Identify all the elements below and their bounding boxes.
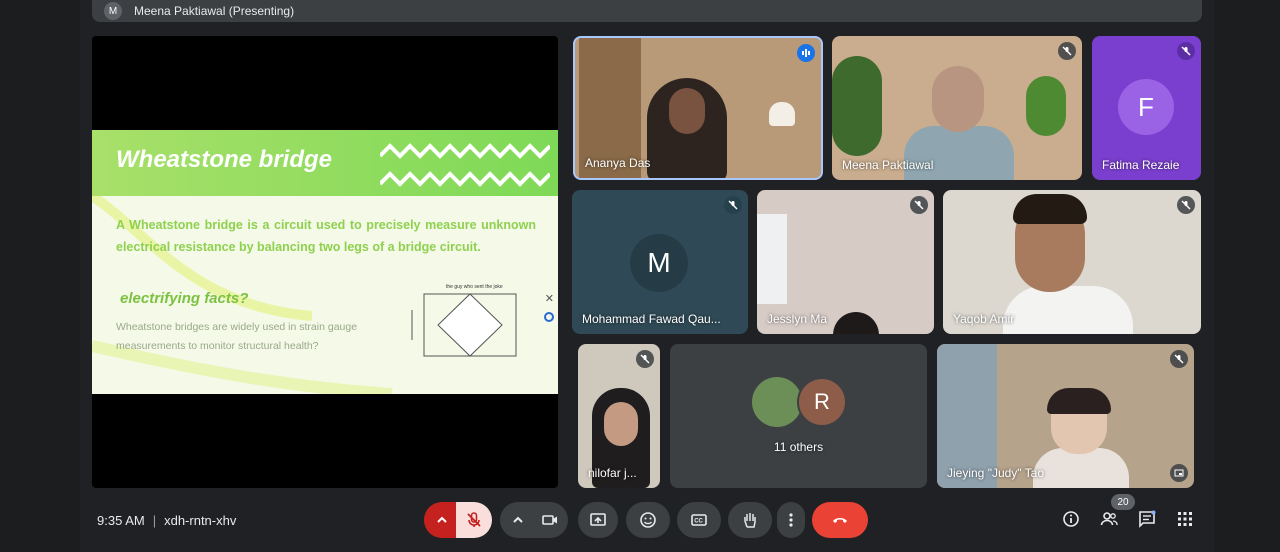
zigzag-decoration (380, 143, 550, 187)
participant-tile[interactable]: F Fatima Rezaie (1092, 36, 1201, 180)
face (669, 88, 705, 134)
participant-tile[interactable]: Ananya Das (573, 36, 823, 180)
slide-body: A Wheatstone bridge is a circuit used to… (116, 218, 536, 254)
mic-off-icon (636, 350, 654, 368)
meeting-code: xdh-rntn-xhv (164, 513, 237, 528)
wheatstone-diagram: the guy who sent the joke (411, 284, 517, 357)
pip-icon[interactable] (1170, 464, 1188, 482)
separator: | (152, 513, 157, 528)
mic-toggle-button[interactable] (456, 502, 492, 538)
people-button[interactable] (1098, 508, 1120, 530)
participant-tile[interactable]: Meena Paktiawal (832, 36, 1082, 180)
chevron-up-icon (513, 516, 523, 523)
speaking-indicator-icon (797, 44, 815, 62)
others-count: 11 others (773, 440, 824, 454)
participant-head (833, 312, 879, 334)
control-bar: 9:35 AM | xdh-rntn-xhv CC (80, 496, 1214, 544)
info-icon (1063, 511, 1079, 527)
presenter-avatar: M (104, 2, 122, 20)
participant-tile[interactable]: Jesslyn Ma (757, 190, 934, 334)
hand-icon (744, 513, 756, 528)
chat-button[interactable] (1136, 508, 1158, 530)
hang-up-icon (833, 518, 847, 523)
captions-icon: CC (691, 514, 707, 526)
mic-off-icon (467, 512, 481, 527)
mic-off-icon (724, 196, 742, 214)
participant-tile[interactable]: Jieying "Judy" Tao (937, 344, 1194, 488)
slide: Wheatstone bridge A Wheatstone bridge is… (92, 130, 558, 394)
participant-name: Mohammad Fawad Qau... (582, 312, 721, 326)
camera-icon (542, 515, 557, 525)
participant-tile[interactable]: nilofar j... (578, 344, 660, 488)
more-vert-icon (789, 513, 793, 527)
close-icon[interactable]: ✕ (545, 292, 554, 305)
window-light (757, 214, 787, 304)
present-button[interactable] (578, 502, 618, 538)
video-options-button[interactable] (500, 502, 536, 538)
meet-window: M Meena Paktiawal (Presenting) Wheatston… (80, 0, 1214, 552)
reactions-button[interactable] (626, 502, 670, 538)
hair (1047, 388, 1111, 414)
circle-icon[interactable] (544, 312, 554, 322)
activities-button[interactable] (1174, 508, 1196, 530)
present-screen-icon (590, 513, 606, 526)
people-count-badge: 20 (1111, 494, 1135, 510)
participant-name: Jesslyn Ma (767, 312, 828, 326)
presentation-stage[interactable]: Wheatstone bridge A Wheatstone bridge is… (92, 36, 558, 488)
captions-button[interactable]: CC (677, 502, 721, 538)
slide-title: Wheatstone bridge (116, 146, 333, 173)
participant-tile[interactable]: M Mohammad Fawad Qau... (572, 190, 748, 334)
meeting-info: 9:35 AM | xdh-rntn-xhv (97, 513, 236, 528)
participant-name: Meena Paktiawal (842, 158, 934, 172)
others-tile[interactable]: R 11 others (670, 344, 927, 488)
meeting-time: 9:35 AM (97, 513, 145, 528)
participant-name: Jieying "Judy" Tao (947, 466, 1045, 480)
diagram-caption: the guy who sent the joke (446, 284, 503, 290)
leave-call-button[interactable] (812, 502, 868, 538)
face (604, 402, 638, 446)
plant-left (832, 56, 882, 156)
window-frame-left (0, 0, 80, 552)
avatar: R (797, 377, 847, 427)
slide-small-text: Wheatstone bridges are widely used in st… (116, 321, 358, 352)
participant-video (1033, 448, 1129, 488)
mic-off-icon (1177, 42, 1195, 60)
avatar: F (1118, 79, 1174, 135)
presenter-bar: M Meena Paktiawal (Presenting) (92, 0, 1202, 22)
lamp (769, 102, 795, 126)
mic-off-icon (910, 196, 928, 214)
audio-options-button[interactable] (424, 502, 460, 538)
participant-video (1003, 286, 1133, 334)
avatar: M (630, 234, 688, 292)
presenter-label: Meena Paktiawal (Presenting) (134, 4, 295, 18)
svg-text:CC: CC (694, 519, 703, 525)
emoji-icon (640, 512, 656, 528)
participant-name: nilofar j... (588, 466, 637, 480)
participant-tile[interactable]: Yaqob Amir (943, 190, 1201, 334)
avatar-photo (752, 377, 802, 427)
slide-subtitle: electrifying facts? (120, 290, 249, 307)
participant-name: Fatima Rezaie (1102, 158, 1180, 172)
hair (1013, 194, 1087, 224)
people-icon (1100, 512, 1118, 526)
more-options-button[interactable] (777, 502, 805, 538)
participant-name: Yaqob Amir (953, 312, 1015, 326)
raise-hand-button[interactable] (728, 502, 772, 538)
mic-off-icon (1170, 350, 1188, 368)
participant-name: Ananya Das (585, 156, 651, 170)
face (932, 66, 984, 132)
meeting-details-button[interactable] (1060, 508, 1082, 530)
apps-grid-icon (1178, 512, 1192, 526)
chat-icon (1139, 510, 1156, 528)
chevron-up-icon (437, 516, 447, 523)
camera-toggle-button[interactable] (532, 502, 568, 538)
mic-off-icon (1177, 196, 1195, 214)
mic-off-icon (1058, 42, 1076, 60)
window-frame-right (1214, 0, 1280, 552)
plant-right (1026, 76, 1066, 136)
